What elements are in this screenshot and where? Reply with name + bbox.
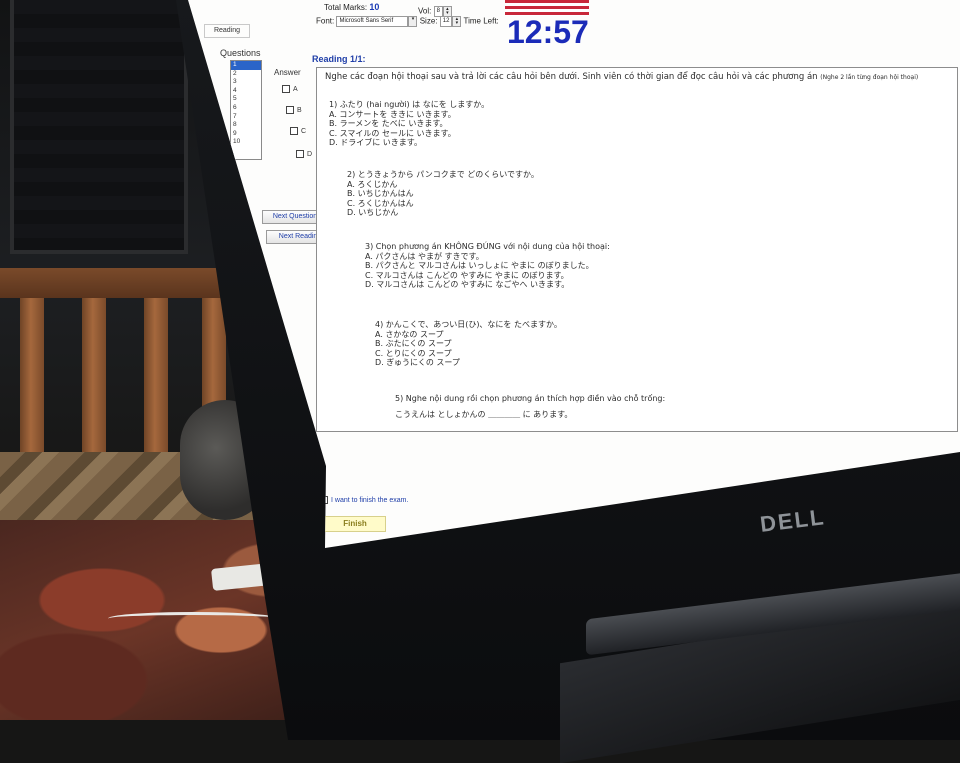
answer-choice: C. ろくじかんはん xyxy=(347,198,414,208)
question-list[interactable]: 1 2 3 4 5 6 7 8 9 10 xyxy=(230,60,262,160)
answer-choice: D. いちじかん xyxy=(347,208,399,218)
question-block-3: 3) Chọn phương án KHÔNG ĐÚNG với nội dun… xyxy=(365,242,610,290)
question-item[interactable]: 8 xyxy=(231,121,261,130)
reading-intro-text: Nghe các đoạn hội thoại sau và trả lời c… xyxy=(325,72,818,82)
window xyxy=(10,0,188,254)
question-item[interactable]: 9 xyxy=(231,130,261,139)
finish-exam-checkbox-row[interactable]: I want to finish the exam. xyxy=(320,496,408,504)
question-text: 2) とうきょうから パンコクまで どのくらいですか。 xyxy=(347,170,539,179)
total-marks: Total Marks: 10 xyxy=(324,2,379,12)
answer-option-label: B xyxy=(297,106,302,114)
answer-option-label: A xyxy=(293,85,298,93)
total-marks-label: Total Marks: xyxy=(324,3,368,12)
question-text: 4) かんこくで、あつい日(ひ)、なにを たべますか。 xyxy=(375,320,562,329)
question-text: 1) ふたり (hai người) は なにを しますか。 xyxy=(329,100,490,109)
answer-choice: A. パクさんは やまが すきです。 xyxy=(365,251,484,261)
checkbox-icon[interactable] xyxy=(290,127,298,135)
time-left-label: Time Left: xyxy=(463,16,499,26)
answer-choice: C. スマイルの セールに いきます。 xyxy=(329,128,456,138)
answer-option-a[interactable]: A xyxy=(282,85,298,93)
questions-label: Questions xyxy=(220,48,261,58)
answer-choice: D. ドライブに いきます。 xyxy=(329,138,422,148)
finish-exam-label: I want to finish the exam. xyxy=(331,496,409,504)
answer-option-b[interactable]: B xyxy=(286,106,302,114)
answer-choice: A. さかなの スープ xyxy=(375,329,444,339)
size-label: Size: xyxy=(419,16,438,26)
question-block-2: 2) とうきょうから パンコクまで どのくらいですか。 A. ろくじかん B. … xyxy=(347,170,539,218)
answer-choice: D. マルコさんは こんどの やすみに なごやへ いきます。 xyxy=(365,280,570,290)
baluster xyxy=(144,298,168,468)
question-item[interactable]: 4 xyxy=(231,87,261,96)
reading-intro-note: (Nghe 2 lần từng đoạn hội thoại) xyxy=(820,74,919,81)
font-select[interactable]: Microsoft Sans Serif xyxy=(336,16,409,27)
answer-choice: A. ろくじかん xyxy=(347,179,398,189)
question-item[interactable]: 2 xyxy=(231,70,261,79)
reading-content[interactable]: Nghe các đoạn hội thoại sau và trả lời c… xyxy=(316,67,958,432)
reading-intro: Nghe các đoạn hội thoại sau và trả lời c… xyxy=(325,72,918,82)
question-item[interactable]: 5 xyxy=(231,95,261,104)
question-item[interactable]: 1 xyxy=(231,61,261,70)
answer-choice: B. パクさんと マルコさんは いっしょに やまに のぼりました。 xyxy=(365,261,594,271)
baluster xyxy=(82,298,106,468)
checkbox-icon[interactable] xyxy=(286,106,294,114)
baluster xyxy=(20,298,44,468)
tab-reading[interactable]: Reading xyxy=(204,24,250,38)
reading-title: Reading 1/1: xyxy=(312,54,366,64)
countdown-timer: 12:57 xyxy=(507,14,589,50)
answer-choice: B. いちじかんはん xyxy=(347,189,414,199)
question-block-5: 5) Nghe nội dung rồi chọn phương án thíc… xyxy=(395,394,665,419)
vol-label: Vol: xyxy=(418,6,432,16)
answer-choice: A. コンサートを ききに いきます。 xyxy=(329,109,456,119)
finish-button[interactable]: Finish xyxy=(324,516,386,532)
wooden-rail xyxy=(0,268,230,298)
total-marks-value: 10 xyxy=(369,2,380,12)
answer-choice: C. マルコさんは こんどの やすみに やまに のぼります。 xyxy=(365,270,569,280)
answer-option-c[interactable]: C xyxy=(290,127,306,135)
question-item[interactable]: 10 xyxy=(231,138,261,147)
checkbox-icon[interactable] xyxy=(296,150,304,158)
question-text: 5) Nghe nội dung rồi chọn phương án thíc… xyxy=(395,394,666,403)
question-block-4: 4) かんこくで、あつい日(ひ)、なにを たべますか。 A. さかなの スープ … xyxy=(375,320,562,368)
answer-choice: こうえんは としょかんの ＿＿＿＿ に あります。 xyxy=(395,409,573,419)
answer-choice: D. ぎゅうにくの スープ xyxy=(375,358,460,368)
chevron-down-icon[interactable]: ▾ xyxy=(408,16,418,27)
question-item[interactable]: 6 xyxy=(231,104,261,113)
answer-option-label: C xyxy=(301,127,307,135)
answer-option-label: D xyxy=(307,150,313,158)
answer-label: Answer xyxy=(274,68,301,77)
answer-option-d[interactable]: D xyxy=(296,150,312,158)
font-control: Font: Microsoft Sans Serif ▾ Size: 12 ▴ ▾ T… xyxy=(316,16,499,27)
question-text: 3) Chọn phương án KHÔNG ĐÚNG với nội dun… xyxy=(365,242,610,251)
question-item[interactable]: 7 xyxy=(231,113,261,122)
size-input[interactable]: 12 xyxy=(439,16,453,27)
cable xyxy=(108,612,278,625)
question-block-1: 1) ふたり (hai người) は なにを しますか。 A. コンサートを… xyxy=(329,100,489,148)
answer-choice: B. ラーメンを たべに いきます。 xyxy=(329,119,448,129)
font-label: Font: xyxy=(316,16,335,26)
checkbox-icon[interactable] xyxy=(282,85,290,93)
answer-choice: B. ぶたにくの スープ xyxy=(375,339,452,349)
size-spinner-icon[interactable]: ▴ ▾ xyxy=(452,16,462,27)
answer-choice: C. とりにくの スープ xyxy=(375,348,452,358)
question-item[interactable]: 3 xyxy=(231,78,261,87)
